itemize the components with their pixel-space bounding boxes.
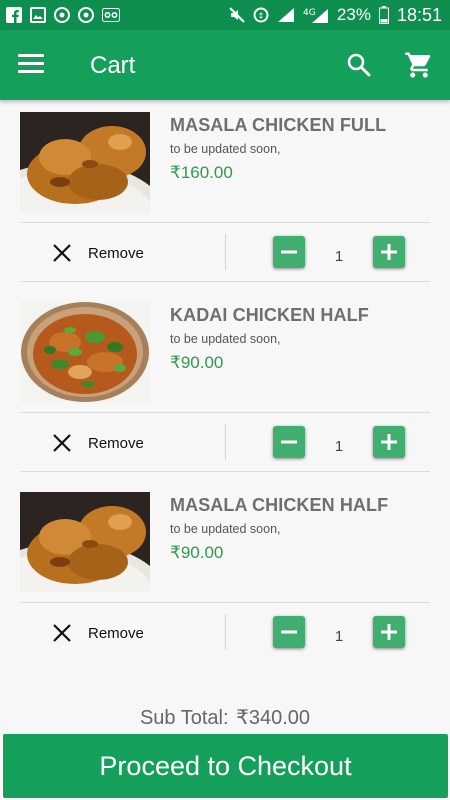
signal-icon [277, 7, 295, 23]
search-icon[interactable] [346, 52, 372, 78]
close-icon [53, 434, 71, 452]
remove-label: Remove [88, 624, 144, 642]
decrease-quantity-button[interactable] [273, 616, 305, 648]
quantity-value: 1 [334, 628, 344, 645]
minus-icon [281, 630, 297, 634]
increase-quantity-button[interactable] [373, 236, 405, 268]
close-icon [53, 244, 71, 262]
plus-icon [381, 434, 397, 450]
remove-button[interactable]: Remove [52, 241, 144, 265]
item-description: to be updated soon, [170, 522, 281, 536]
checkout-label: Proceed to Checkout [99, 750, 352, 781]
item-price: ₹160.00 [170, 163, 233, 182]
gallery-icon [30, 7, 46, 23]
status-system: ↕ 4G 23% 18:51 [229, 5, 442, 26]
quantity-value: 1 [334, 248, 344, 265]
item-description: to be updated soon, [170, 142, 281, 156]
quantity-value: 1 [334, 438, 344, 455]
item-price: ₹90.00 [170, 543, 224, 562]
svg-text:↕: ↕ [258, 12, 265, 21]
app-bar: Cart [0, 30, 450, 100]
network-type-icon: 4G [303, 6, 329, 24]
item-name: KADAI CHICKEN HALF [170, 305, 369, 325]
remove-button[interactable]: Remove [52, 431, 144, 455]
divider [225, 234, 226, 270]
divider [20, 412, 430, 413]
status-notifications [6, 7, 120, 23]
decrease-quantity-button[interactable] [273, 426, 305, 458]
minus-icon [281, 250, 297, 254]
remove-button[interactable]: Remove [52, 621, 144, 645]
voicemail-icon [102, 8, 120, 22]
subtotal-value: ₹340.00 [236, 707, 311, 729]
status-bar: ↕ 4G 23% 18:51 [0, 0, 450, 30]
item-price: ₹90.00 [170, 353, 224, 372]
minus-icon [281, 440, 297, 444]
divider [20, 471, 430, 472]
close-icon [53, 624, 71, 642]
chrome-icon [54, 7, 70, 23]
page-title: Cart [90, 52, 136, 79]
plus-icon [381, 244, 397, 260]
plus-icon [381, 624, 397, 640]
food-image [20, 112, 150, 212]
divider [225, 614, 226, 650]
data-saver-icon: ↕ [253, 7, 269, 23]
decrease-quantity-button[interactable] [273, 236, 305, 268]
divider [20, 281, 430, 282]
clock: 18:51 [396, 4, 442, 25]
svg-text:4G: 4G [303, 8, 316, 18]
item-name: MASALA CHICKEN HALF [170, 495, 389, 515]
battery-percentage: 23% [336, 5, 371, 24]
facebook-icon [6, 7, 22, 23]
menu-icon[interactable] [18, 54, 44, 74]
battery-icon [378, 6, 389, 24]
food-image [20, 302, 150, 402]
cart-icon[interactable] [404, 50, 434, 80]
chrome-icon [78, 7, 94, 23]
remove-label: Remove [88, 244, 144, 262]
increase-quantity-button[interactable] [373, 616, 405, 648]
divider [225, 424, 226, 460]
mute-icon [229, 7, 245, 23]
divider [20, 222, 430, 223]
checkout-button[interactable]: Proceed to Checkout [3, 734, 448, 798]
food-image [20, 492, 150, 592]
divider [20, 602, 430, 603]
increase-quantity-button[interactable] [373, 426, 405, 458]
subtotal-label: Sub Total: [139, 707, 229, 729]
remove-label: Remove [88, 434, 144, 452]
item-description: to be updated soon, [170, 332, 281, 346]
subtotal: Sub Total: ₹340.00 [0, 705, 450, 730]
item-name: MASALA CHICKEN FULL [170, 115, 387, 135]
